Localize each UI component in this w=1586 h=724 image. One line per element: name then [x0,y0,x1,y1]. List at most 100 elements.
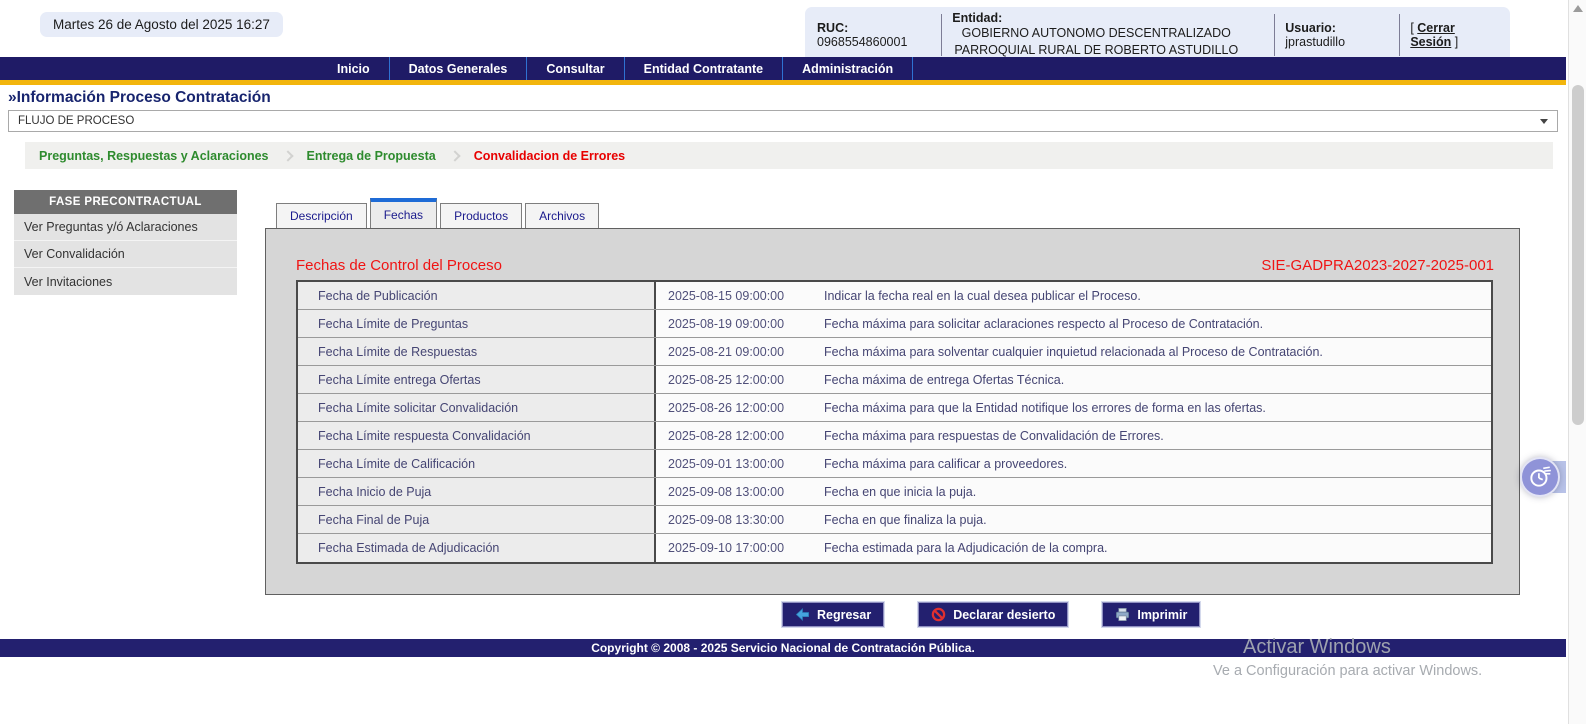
row-label: Fecha de Publicación [298,282,656,309]
divider [941,14,942,56]
tab-strip: Descripción Fechas Productos Archivos [276,198,602,228]
ruc-value: 0968554860001 [817,35,907,49]
row-datetime: 2025-09-08 13:30:00 [656,506,822,533]
tab-archivos[interactable]: Archivos [525,203,599,228]
ruc-info: RUC: 0968554860001 [817,21,931,49]
row-description: Fecha máxima para respuestas de Convalid… [822,422,1491,449]
row-description: Fecha estimada para la Adjudicación de l… [822,534,1491,562]
row-label: Fecha Final de Puja [298,506,656,533]
row-datetime: 2025-09-10 17:00:00 [656,534,822,562]
table-row: Fecha Límite respuesta Convalidación 202… [298,422,1491,450]
copyright-text: Copyright © 2008 - 2025 Servicio Naciona… [591,641,975,655]
row-label: Fecha Límite de Calificación [298,450,656,477]
fechas-table: Fecha de Publicación 2025-08-15 09:00:00… [296,280,1493,564]
tab-productos[interactable]: Productos [440,203,522,228]
table-row: Fecha Límite de Respuestas 2025-08-21 09… [298,338,1491,366]
row-datetime: 2025-08-21 09:00:00 [656,338,822,365]
declarar-desierto-label: Declarar desierto [953,608,1055,622]
nav-spacer [0,57,318,80]
clock-extension-button[interactable] [1520,457,1560,497]
table-row: Fecha Límite de Preguntas 2025-08-19 09:… [298,310,1491,338]
regresar-label: Regresar [817,608,871,622]
declarar-desierto-button[interactable]: Declarar desierto [918,602,1068,627]
row-description: Fecha máxima de entrega Ofertas Técnica. [822,366,1491,393]
divider [1399,14,1400,56]
chevron-right-icon [282,150,293,161]
nav-item-inicio[interactable]: Inicio [318,57,389,80]
activate-windows-watermark: Activar Windows [1243,636,1391,659]
step-entrega-propuesta[interactable]: Entrega de Propuesta [307,149,436,163]
table-row: Fecha Límite solicitar Convalidación 202… [298,394,1491,422]
tab-fechas[interactable]: Fechas [370,198,437,228]
imprimir-button[interactable]: Imprimir [1102,602,1200,627]
user-info: Usuario: jprastudillo [1285,21,1389,49]
entity-label: Entidad: [952,11,1002,25]
nav-item-datos-generales[interactable]: Datos Generales [389,57,527,80]
divider [1274,14,1275,56]
logout-group: [ Cerrar Sesión ] [1410,21,1498,49]
row-datetime: 2025-08-28 12:00:00 [656,422,822,449]
sidebar-item-ver-invitaciones[interactable]: Ver Invitaciones [14,268,237,295]
printer-icon [1115,607,1130,622]
flujo-de-proceso-select[interactable]: FLUJO DE PROCESO [8,110,1558,132]
scroll-up-arrow-icon[interactable] [1573,5,1583,12]
datetime-chip: Martes 26 de Agosto del 2025 16:27 [40,12,283,37]
logout-link[interactable]: Cerrar Sesión [1410,21,1455,49]
nav-item-consultar[interactable]: Consultar [526,57,623,80]
entity-info: Entidad: GOBIERNO AUTONOMO DESCENTRALIZA… [952,11,1264,59]
process-code: SIE-GADPRA2023-2027-2025-001 [1261,257,1494,274]
entity-value: GOBIERNO AUTONOMO DESCENTRALIZADO PARROQ… [952,25,1240,59]
ruc-label: RUC: [817,21,848,35]
sidebar: FASE PRECONTRACTUAL Ver Preguntas y/ó Ac… [14,190,237,295]
sidebar-item-ver-convalidacion[interactable]: Ver Convalidación [14,241,237,268]
row-description: Fecha máxima para calificar a proveedore… [822,450,1491,477]
page-title: »Información Proceso Contratación [8,89,271,107]
main-nav: Inicio Datos Generales Consultar Entidad… [0,57,1566,80]
row-datetime: 2025-08-26 12:00:00 [656,394,822,421]
fechas-panel: Fechas de Control del Proceso SIE-GADPRA… [265,228,1520,595]
nav-item-administracion[interactable]: Administración [782,57,913,80]
tab-descripcion[interactable]: Descripción [276,203,367,228]
row-datetime: 2025-09-01 13:00:00 [656,450,822,477]
table-row: Fecha Inicio de Puja 2025-09-08 13:00:00… [298,478,1491,506]
sidebar-title: FASE PRECONTRACTUAL [14,190,237,214]
row-description: Fecha máxima para solventar cualquier in… [822,338,1491,365]
scrollbar-thumb[interactable] [1572,85,1584,425]
row-label: Fecha Inicio de Puja [298,478,656,505]
action-bar: Regresar Declarar desierto Imprimir [782,602,1200,627]
table-row: Fecha Límite entrega Ofertas 2025-08-25 … [298,366,1491,394]
process-steps-breadcrumb: Preguntas, Respuestas y Aclaraciones Ent… [25,142,1553,169]
flujo-de-proceso-value: FLUJO DE PROCESO [18,115,134,127]
row-description: Fecha máxima para solicitar aclaraciones… [822,310,1491,337]
vertical-scrollbar[interactable] [1568,0,1586,724]
clock-icon [1527,464,1553,490]
logout-bracket-open: [ [1410,21,1413,35]
nav-item-entidad-contratante[interactable]: Entidad Contratante [624,57,782,80]
chevron-down-icon [1540,119,1548,124]
session-info-bar: RUC: 0968554860001 Entidad: GOBIERNO AUT… [805,7,1510,63]
panel-heading-row: Fechas de Control del Proceso SIE-GADPRA… [296,257,1494,274]
row-description: Fecha en que finaliza la puja. [822,506,1491,533]
regresar-button[interactable]: Regresar [782,602,884,627]
imprimir-label: Imprimir [1137,608,1187,622]
row-label: Fecha Estimada de Adjudicación [298,534,656,562]
row-label: Fecha Límite respuesta Convalidación [298,422,656,449]
activate-windows-hint: Ve a Configuración para activar Windows. [1213,663,1482,679]
nav-accent-stripe [0,80,1566,85]
sidebar-item-ver-preguntas[interactable]: Ver Preguntas y/ó Aclaraciones [14,214,237,241]
row-label: Fecha Límite entrega Ofertas [298,366,656,393]
table-row: Fecha Estimada de Adjudicación 2025-09-1… [298,534,1491,562]
table-row: Fecha de Publicación 2025-08-15 09:00:00… [298,282,1491,310]
no-entry-icon [931,607,946,622]
step-preguntas-respuestas[interactable]: Preguntas, Respuestas y Aclaraciones [39,149,269,163]
table-row: Fecha Límite de Calificación 2025-09-01 … [298,450,1491,478]
row-datetime: 2025-08-15 09:00:00 [656,282,822,309]
back-arrow-icon [795,607,810,622]
row-label: Fecha Límite de Preguntas [298,310,656,337]
user-value: jprastudillo [1285,35,1345,49]
logout-bracket-close: ] [1455,35,1458,49]
table-row: Fecha Final de Puja 2025-09-08 13:30:00 … [298,506,1491,534]
step-convalidacion-errores: Convalidacion de Errores [474,149,625,163]
row-description: Indicar la fecha real en la cual desea p… [822,282,1491,309]
fechas-heading: Fechas de Control del Proceso [296,257,502,274]
